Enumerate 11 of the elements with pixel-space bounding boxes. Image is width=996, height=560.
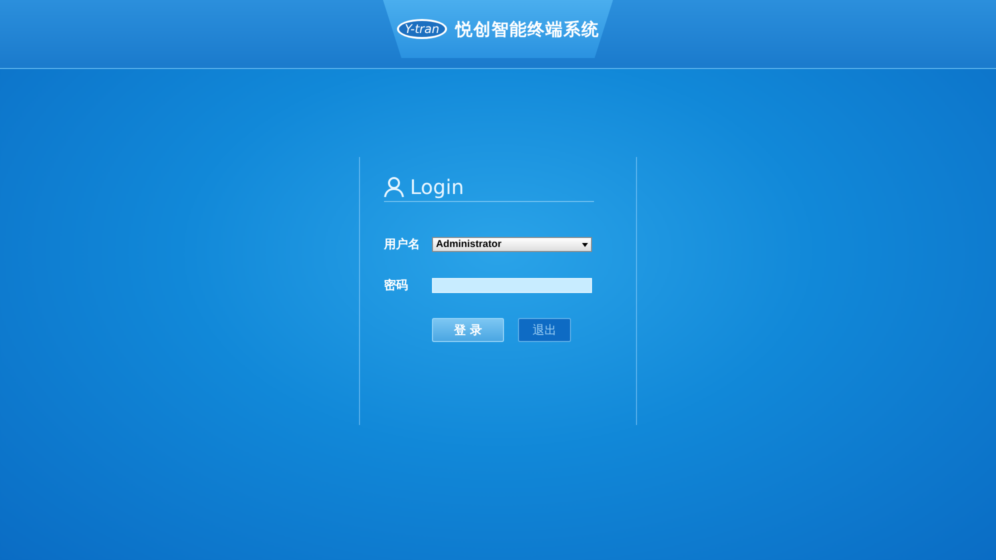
logo: Y-tran [396,19,448,39]
exit-button[interactable]: 退出 [518,318,571,342]
password-field[interactable] [432,278,592,293]
user-icon [384,176,404,198]
field-label: 密码 [384,277,409,294]
app-title: 悦创智能终端系统 [455,18,600,40]
field-label: 用户名 [384,236,421,253]
login-heading: Login [410,175,464,199]
caret-icon[interactable] [582,242,588,246]
login-button[interactable]: 登 录 [432,318,504,342]
user-dropdown[interactable]: Administrator [432,237,592,252]
